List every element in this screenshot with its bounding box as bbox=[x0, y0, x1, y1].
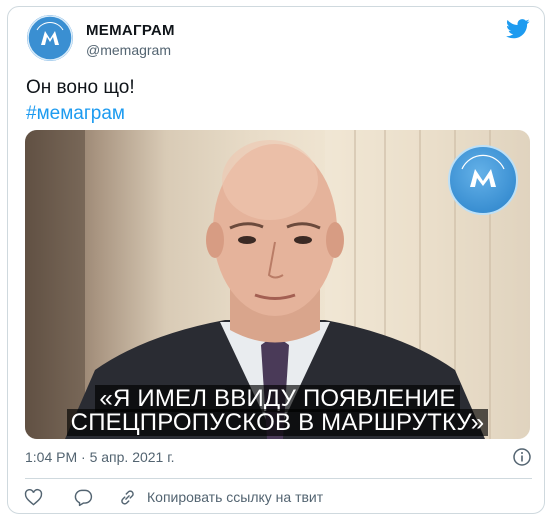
twitter-bird-icon[interactable] bbox=[506, 19, 530, 39]
memagram-logo bbox=[27, 15, 73, 61]
link-icon bbox=[121, 489, 134, 505]
info-icon[interactable] bbox=[512, 447, 532, 467]
reply-button[interactable] bbox=[74, 487, 93, 507]
author-handle[interactable]: @memagram bbox=[86, 42, 171, 58]
caption-line-2-text: СПЕЦПРОПУСКОВ В МАРШРУТКУ» bbox=[66, 409, 489, 436]
memagram-watermark bbox=[448, 145, 518, 215]
tweet-text: Он воно що! bbox=[26, 77, 135, 98]
heart-icon bbox=[24, 488, 43, 506]
caption-line-2: СПЕЦПРОПУСКОВ В МАРШРУТКУ» bbox=[25, 409, 530, 437]
hashtag-link[interactable]: #мемаграм bbox=[26, 101, 125, 127]
tweet-timestamp[interactable]: 1:04 PM · 5 апр. 2021 г. bbox=[25, 449, 175, 465]
reply-icon bbox=[74, 489, 93, 506]
watermark-logo bbox=[461, 154, 505, 187]
author-avatar[interactable] bbox=[27, 15, 73, 61]
copy-link-label: Копировать ссылку на твит bbox=[147, 489, 324, 505]
author-name[interactable]: МЕМАГРАМ bbox=[86, 22, 175, 39]
tweet-card: МЕМАГРАМ @memagram Он воно що! #мемаграм bbox=[7, 6, 545, 514]
copy-link-button[interactable]: Копировать ссылку на твит bbox=[118, 487, 323, 507]
caption-line-1-text: «Я ИМЕЛ ВВИДУ ПОЯВЛЕНИЕ bbox=[95, 385, 460, 412]
like-button[interactable] bbox=[24, 487, 43, 507]
tweet-media[interactable]: «Я ИМЕЛ ВВИДУ ПОЯВЛЕНИЕ СПЕЦПРОПУСКОВ В … bbox=[25, 130, 530, 439]
divider bbox=[25, 478, 532, 479]
